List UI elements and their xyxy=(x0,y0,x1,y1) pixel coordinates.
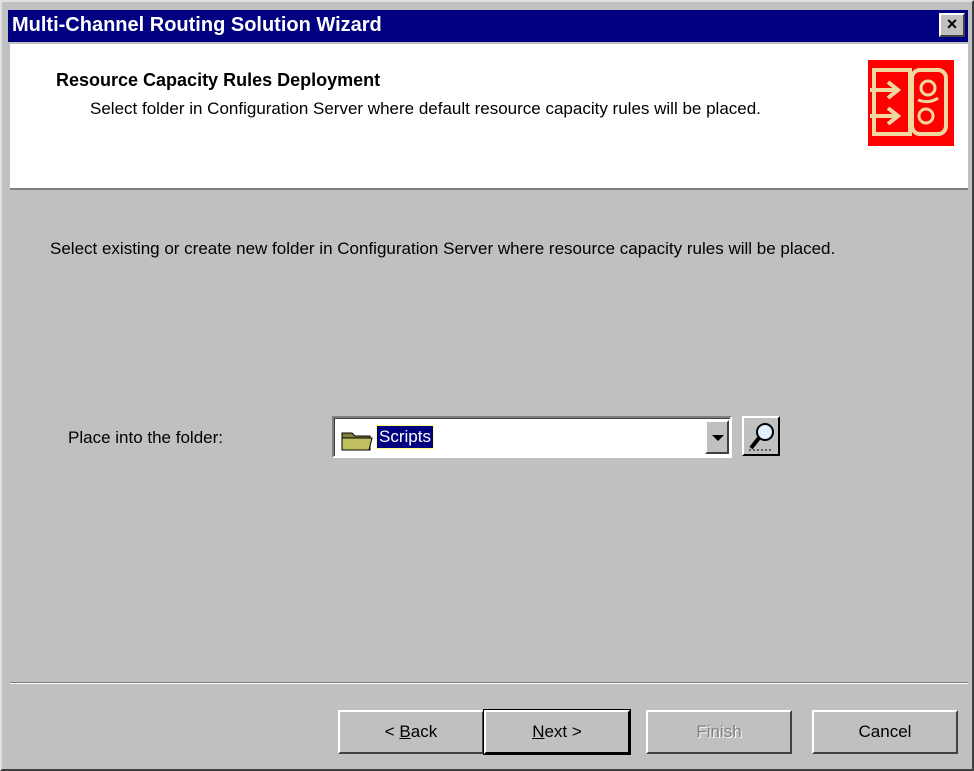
chevron-down-icon xyxy=(712,435,724,441)
folder-select-value: Scripts xyxy=(376,425,434,449)
next-button-mnemonic: N xyxy=(532,722,545,741)
dropdown-button[interactable] xyxy=(705,420,729,454)
folder-icon xyxy=(341,429,373,456)
close-button[interactable]: × xyxy=(939,13,965,37)
folder-select[interactable]: Scripts xyxy=(332,416,732,458)
next-button[interactable]: Next > xyxy=(483,709,631,755)
cancel-button[interactable]: Cancel xyxy=(812,710,958,754)
instruction-text: Select existing or create new folder in … xyxy=(50,239,836,258)
wizard-header: Resource Capacity Rules Deployment Selec… xyxy=(10,44,968,190)
back-button-label: ack xyxy=(410,722,438,741)
folder-select-inner: Scripts xyxy=(334,418,730,456)
close-icon: × xyxy=(946,14,958,34)
routing-logo-icon xyxy=(868,60,954,146)
next-button-label: ext > xyxy=(544,722,582,741)
footer-separator xyxy=(10,682,968,684)
page-subtitle: Select folder in Configuration Server wh… xyxy=(90,99,761,118)
window-title: Multi-Channel Routing Solution Wizard xyxy=(12,14,382,36)
cancel-button-label: Cancel xyxy=(858,722,912,741)
browse-button[interactable] xyxy=(742,416,780,456)
page-title: Resource Capacity Rules Deployment xyxy=(56,70,381,90)
back-button-mnemonic: B xyxy=(399,722,411,741)
finish-button: Finish xyxy=(646,710,792,754)
back-button[interactable]: < Back xyxy=(338,710,484,754)
title-bar[interactable]: Multi-Channel Routing Solution Wizard × xyxy=(8,10,968,42)
finish-button-label: Finish xyxy=(696,722,742,741)
wizard-window: Multi-Channel Routing Solution Wizard × … xyxy=(0,0,974,771)
back-button-prefix: < xyxy=(384,722,400,741)
folder-label: Place into the folder: xyxy=(68,428,223,447)
